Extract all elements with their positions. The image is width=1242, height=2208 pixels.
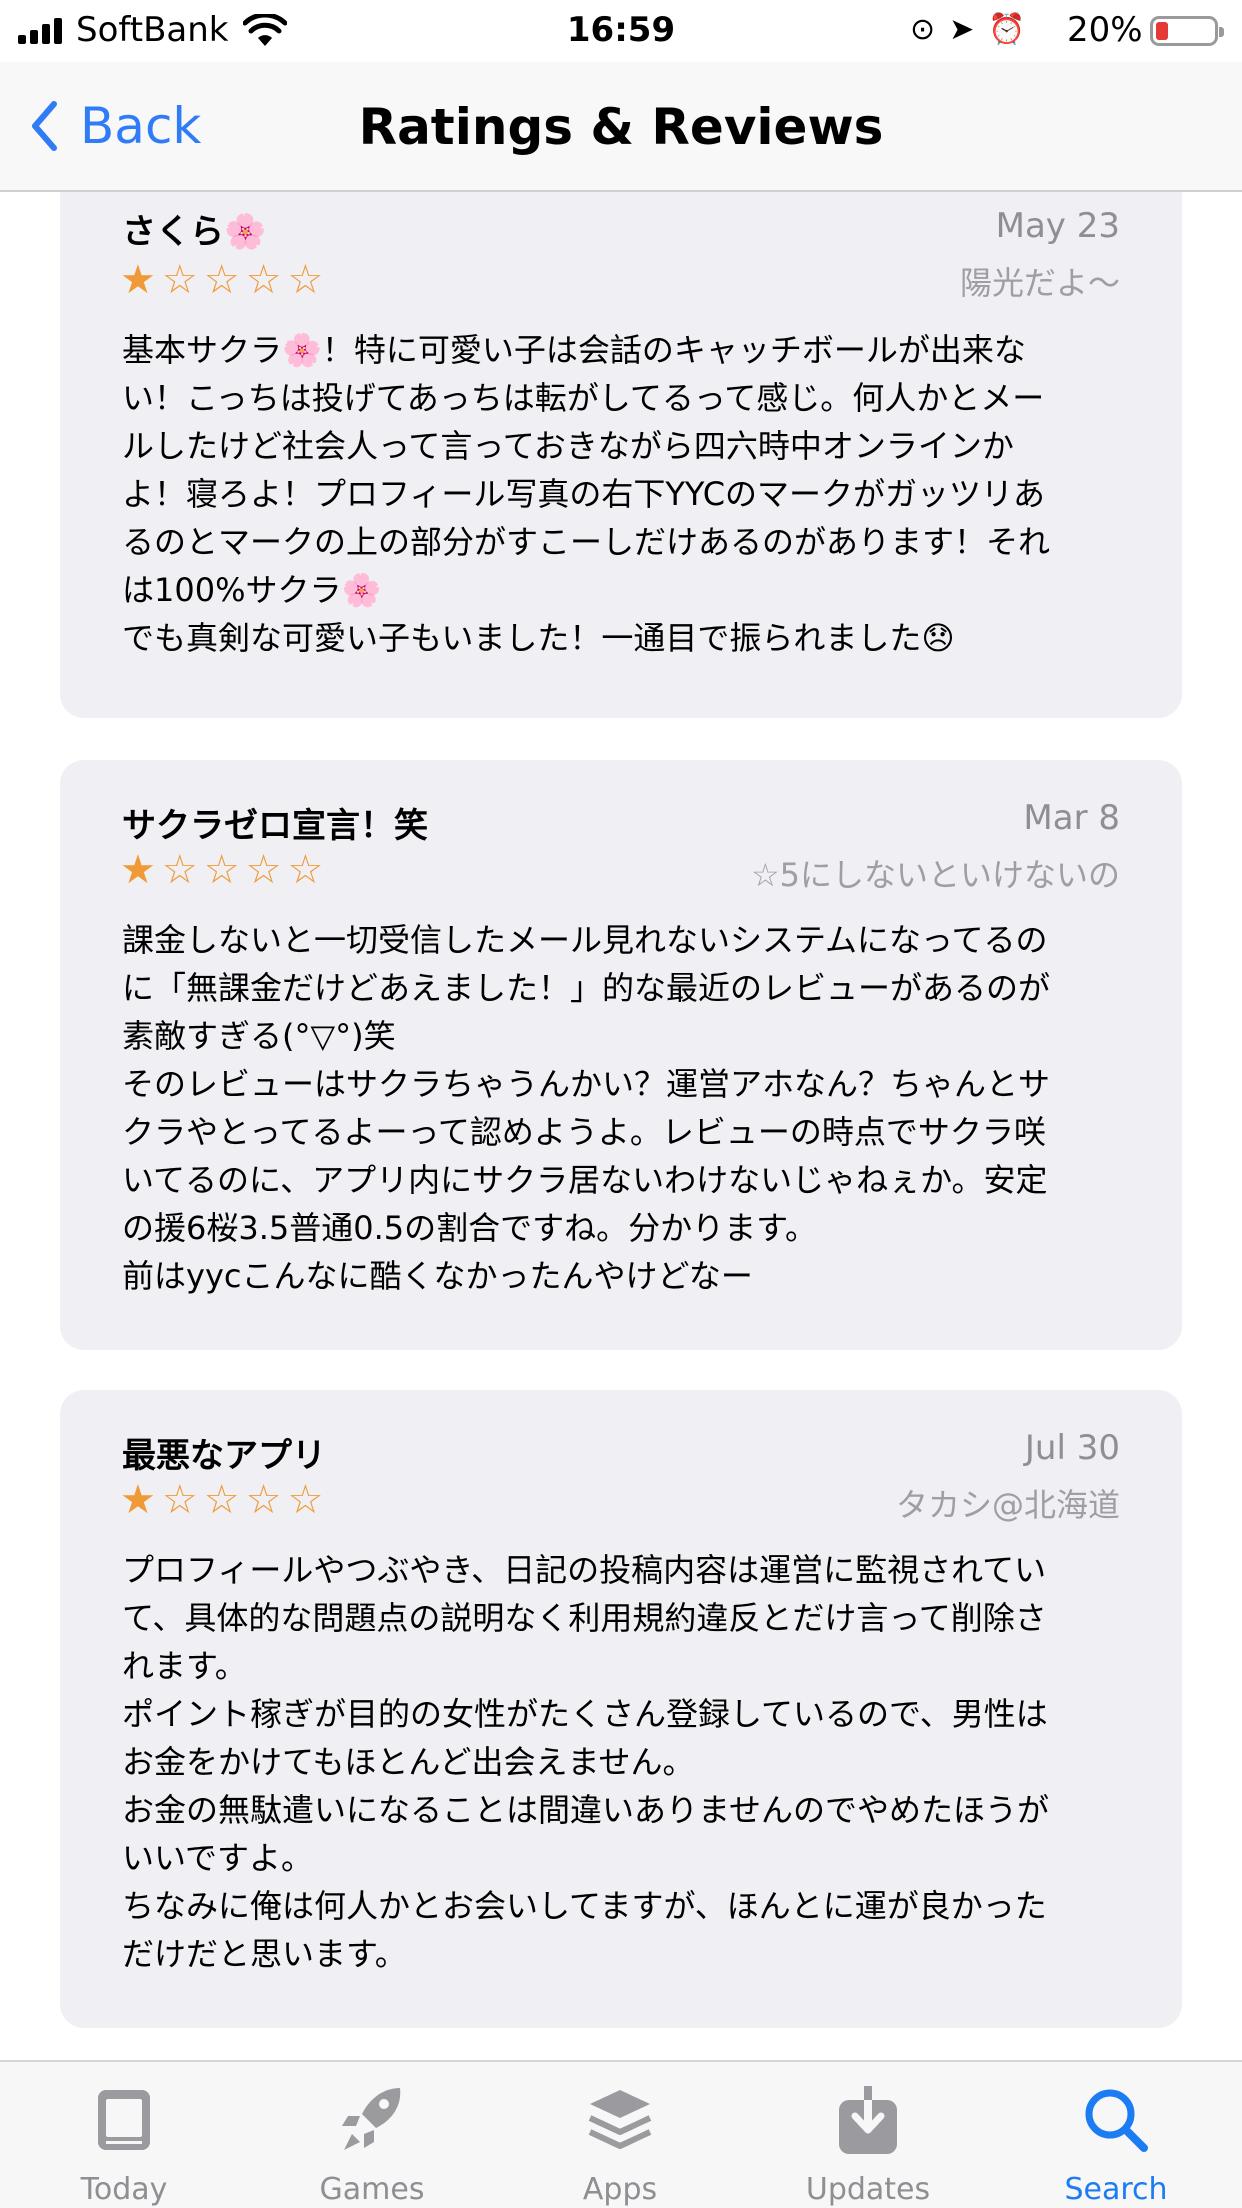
star-empty-icon: ☆ [245, 1477, 282, 1523]
status-bar: SoftBank 16:59 ⊙➤⏰ 20% [0, 0, 1242, 62]
review-card[interactable]: さくら🌸 May 23 ★ ☆ ☆ ☆ ☆ 陽光だよ〜 基本サクラ🌸！特に可愛い… [60, 192, 1182, 718]
review-body: 基本サクラ🌸！特に可愛い子は会話のキャッチボールが出来な い！こっちは投げてあっ… [122, 331, 1051, 657]
review-title: サクラゼロ宣言！笑 [122, 806, 428, 846]
star-empty-icon: ☆ [287, 847, 324, 893]
review-body: プロフィールやつぶやき、日記の投稿内容は運営に監視されてい て、具体的な問題点の… [122, 1551, 1050, 1973]
rotation-lock-icon: ⊙ [910, 12, 950, 47]
today-icon [98, 2090, 150, 2150]
star-empty-icon: ☆ [161, 1477, 198, 1523]
review-title: さくら🌸 [122, 212, 267, 252]
review-body: 課金しないと一切受信したメール見れないシステムになってるの に「無課金だけどあえ… [122, 921, 1051, 1295]
tab-updates[interactable]: Updates [744, 2080, 992, 2207]
star-empty-icon: ☆ [245, 847, 282, 893]
tab-label: Updates [805, 2172, 931, 2207]
tab-label: Apps [582, 2172, 658, 2207]
page-title: Ratings & Reviews [358, 98, 884, 156]
star-empty-icon: ☆ [287, 257, 324, 303]
tab-label: Games [319, 2172, 425, 2207]
tab-label: Search [1064, 2172, 1168, 2207]
star-empty-icon: ☆ [203, 847, 240, 893]
layers-icon [588, 2090, 652, 2149]
review-card[interactable]: 最悪なアプリ Jul 30 ★ ☆ ☆ ☆ ☆ タカシ@北海道 プロフィールやつ… [60, 1390, 1182, 2028]
clock: 16:59 [566, 10, 676, 50]
review-author: ☆5にしないといけないの [750, 856, 1120, 894]
review-title: 最悪なアプリ [122, 1436, 326, 1476]
tab-label: Today [80, 2172, 168, 2207]
star-empty-icon: ☆ [245, 257, 282, 303]
review-date: May 23 [995, 206, 1120, 246]
alarm-icon: ⏰ [988, 12, 1040, 47]
star-rating: ★ ☆ ☆ ☆ ☆ [120, 260, 323, 300]
navigation-bar: Back Ratings & Reviews [0, 62, 1242, 192]
tab-today[interactable]: Today [0, 2080, 248, 2207]
download-icon [839, 2086, 897, 2154]
location-icon: ➤ [949, 12, 989, 47]
reviews-list[interactable]: さくら🌸 May 23 ★ ☆ ☆ ☆ ☆ 陽光だよ〜 基本サクラ🌸！特に可愛い… [0, 192, 1242, 2060]
status-icons: ⊙➤⏰ [910, 12, 1040, 47]
rocket-icon [342, 2088, 401, 2150]
review-date: Mar 8 [1023, 798, 1120, 838]
star-empty-icon: ☆ [287, 1477, 324, 1523]
star-empty-icon: ☆ [161, 847, 198, 893]
review-author: タカシ@北海道 [895, 1486, 1120, 1524]
star-rating: ★ ☆ ☆ ☆ ☆ [120, 1480, 323, 1520]
star-rating: ★ ☆ ☆ ☆ ☆ [120, 850, 323, 890]
review-author: 陽光だよ〜 [959, 264, 1120, 302]
tab-apps[interactable]: Apps [496, 2080, 744, 2207]
star-filled-icon: ★ [120, 257, 156, 303]
search-icon [1085, 2089, 1148, 2152]
review-card[interactable]: サクラゼロ宣言！笑 Mar 8 ★ ☆ ☆ ☆ ☆ ☆5にしないといけないの 課… [60, 760, 1182, 1350]
star-empty-icon: ☆ [203, 257, 240, 303]
star-filled-icon: ★ [120, 847, 156, 893]
tab-bar: Today Games Apps Updates Search [0, 2060, 1242, 2208]
battery-percent: 20% [1067, 10, 1143, 50]
battery-icon [1150, 16, 1224, 46]
tab-search[interactable]: Search [992, 2080, 1240, 2207]
tab-games[interactable]: Games [248, 2080, 496, 2207]
review-date: Jul 30 [1024, 1428, 1120, 1468]
star-empty-icon: ☆ [161, 257, 198, 303]
star-filled-icon: ★ [120, 1477, 156, 1523]
star-empty-icon: ☆ [203, 1477, 240, 1523]
